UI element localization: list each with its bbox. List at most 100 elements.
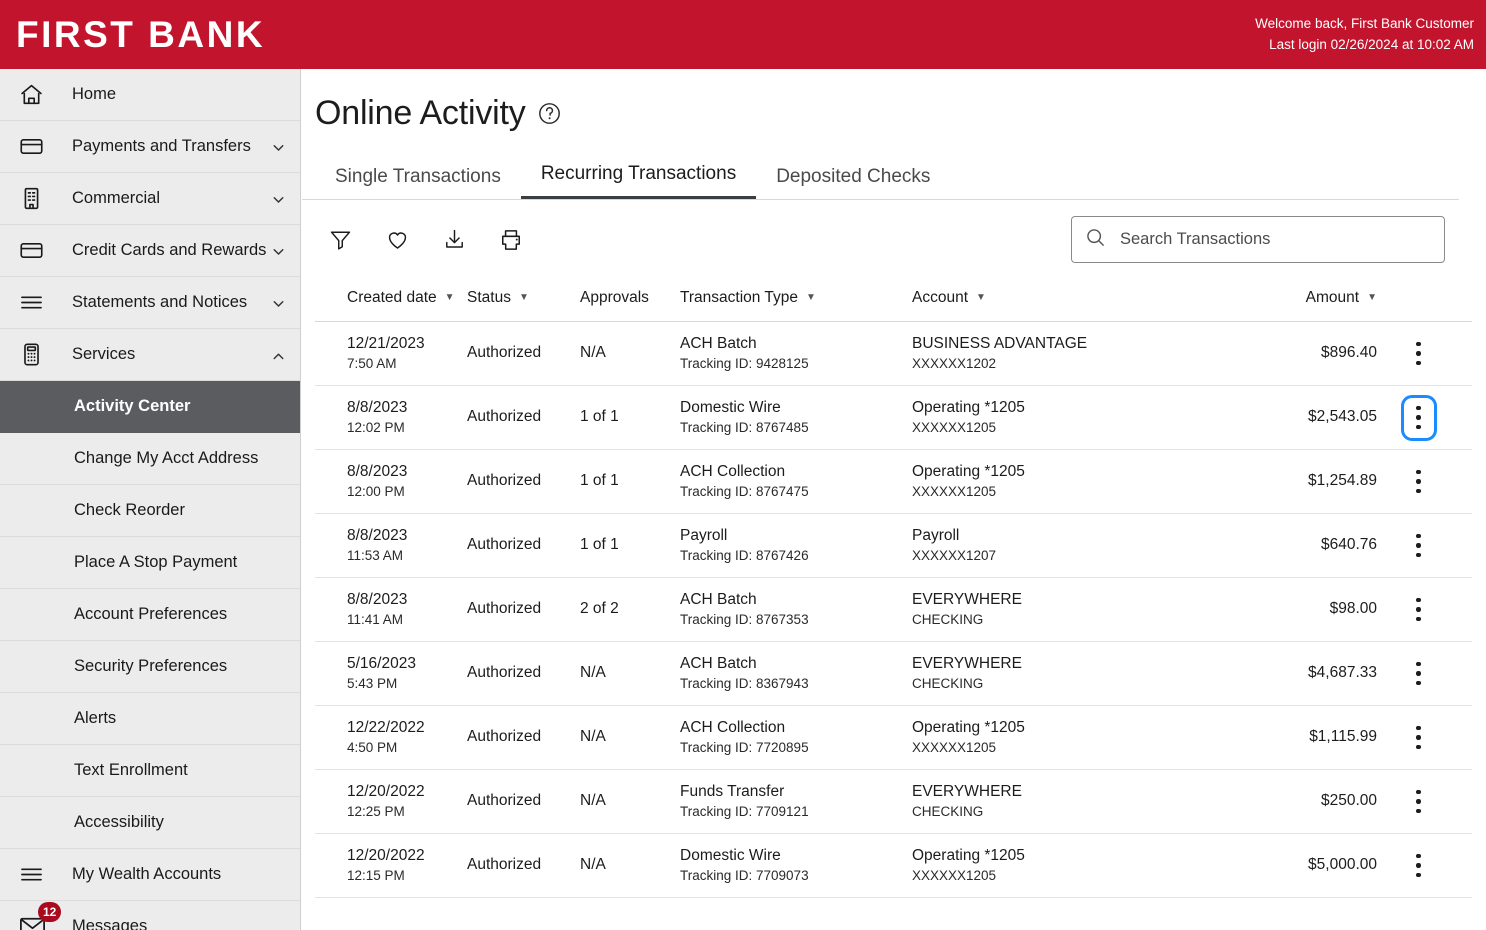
sort-caret-icon[interactable]: ▼ <box>1367 293 1377 303</box>
column-header-account[interactable]: Account ▼ <box>912 289 1197 307</box>
status-badge: Authorized <box>467 664 542 682</box>
cell-amount: $250.00 <box>1197 791 1377 812</box>
sidebar-item-label: Home <box>72 85 117 103</box>
row-actions-menu-icon[interactable] <box>1405 527 1433 565</box>
sidebar-subitem-label: Text Enrollment <box>74 761 188 779</box>
print-icon[interactable] <box>496 225 526 255</box>
table-row[interactable]: 8/8/2023 12:02 PM Authorized 1 of 1 Dome… <box>315 386 1472 450</box>
row-actions-menu-icon[interactable] <box>1405 655 1433 693</box>
sidebar-subitem-check-reorder[interactable]: Check Reorder <box>0 485 300 537</box>
status-badge: Authorized <box>467 536 542 554</box>
row-tracking-id: Tracking ID: 8767485 <box>680 419 809 435</box>
row-actions-menu-icon[interactable] <box>1405 463 1433 501</box>
cell-account: Operating *1205 XXXXXX1205 <box>912 398 1197 437</box>
row-actions-menu-icon[interactable] <box>1405 591 1433 629</box>
message-count-badge: 12 <box>38 902 62 922</box>
search-input[interactable] <box>1120 230 1432 249</box>
row-approvals: N/A <box>580 728 606 746</box>
sort-caret-icon[interactable]: ▼ <box>806 293 816 303</box>
sidebar-subitem-activity-center[interactable]: Activity Center <box>0 381 300 433</box>
sidebar-item-credit-cards-and-rewards[interactable]: Credit Cards and Rewards <box>0 225 300 277</box>
chevron-up-icon[interactable] <box>270 347 286 363</box>
table-row[interactable]: 5/16/2023 5:43 PM Authorized N/A ACH Bat… <box>315 642 1472 706</box>
cell-approvals: N/A <box>580 855 680 876</box>
row-amount: $98.00 <box>1329 600 1377 618</box>
row-date: 12/22/2022 <box>347 718 425 736</box>
table-toolbar <box>302 200 1459 275</box>
cell-status: Authorized <box>467 727 580 748</box>
sidebar-item-my-wealth-accounts[interactable]: My Wealth Accounts <box>0 849 300 901</box>
row-account-name: Operating *1205 <box>912 718 1025 736</box>
sidebar-subitem-security-preferences[interactable]: Security Preferences <box>0 641 300 693</box>
cell-amount: $98.00 <box>1197 599 1377 620</box>
column-header-label: Approvals <box>580 289 649 306</box>
help-circle-icon[interactable] <box>537 101 562 131</box>
cell-transaction-type: Funds Transfer Tracking ID: 7709121 <box>680 782 912 821</box>
chevron-down-icon[interactable] <box>270 139 286 155</box>
row-account-number: CHECKING <box>912 803 984 819</box>
table-row[interactable]: 8/8/2023 11:41 AM Authorized 2 of 2 ACH … <box>315 578 1472 642</box>
heart-icon[interactable] <box>382 225 412 255</box>
filter-icon[interactable] <box>325 225 355 255</box>
column-header-status[interactable]: Status ▼ <box>467 289 580 307</box>
sort-caret-icon[interactable]: ▼ <box>519 293 529 303</box>
table-body: 12/21/2023 7:50 AM Authorized N/A ACH Ba… <box>315 322 1472 898</box>
cell-approvals: N/A <box>580 791 680 812</box>
bank-logo: FIRST BANK <box>16 13 266 55</box>
sidebar-subitem-accessibility[interactable]: Accessibility <box>0 797 300 849</box>
column-header-amount[interactable]: Amount ▼ <box>1197 289 1377 307</box>
sort-caret-icon[interactable]: ▼ <box>976 293 986 303</box>
table-row[interactable]: 12/21/2023 7:50 AM Authorized N/A ACH Ba… <box>315 322 1472 386</box>
status-badge: Authorized <box>467 408 542 426</box>
chevron-down-icon[interactable] <box>270 295 286 311</box>
sidebar-subitem-text-enrollment[interactable]: Text Enrollment <box>0 745 300 797</box>
download-icon[interactable] <box>439 225 469 255</box>
cell-account: Operating *1205 XXXXXX1205 <box>912 718 1197 757</box>
sidebar-subitem-place-a-stop-payment[interactable]: Place A Stop Payment <box>0 537 300 589</box>
row-tracking-id: Tracking ID: 8767353 <box>680 611 809 627</box>
row-actions-menu-icon[interactable] <box>1405 719 1433 757</box>
sidebar-item-commercial[interactable]: Commercial <box>0 173 300 225</box>
sidebar-item-label: Services <box>72 345 136 363</box>
row-account-number: CHECKING <box>912 675 984 691</box>
sidebar-item-services[interactable]: Services <box>0 329 300 381</box>
chevron-down-icon[interactable] <box>270 243 286 259</box>
table-row[interactable]: 12/20/2022 12:25 PM Authorized N/A Funds… <box>315 770 1472 834</box>
sidebar-item-statements-and-notices[interactable]: Statements and Notices <box>0 277 300 329</box>
building-icon <box>18 184 52 214</box>
sidebar-item-home[interactable]: Home <box>0 69 300 121</box>
sidebar-item-messages[interactable]: 12 Messages <box>0 901 300 930</box>
cell-status: Authorized <box>467 599 580 620</box>
sidebar-subitem-account-preferences[interactable]: Account Preferences <box>0 589 300 641</box>
tab-deposited-checks[interactable]: Deposited Checks <box>756 158 950 199</box>
cell-amount: $640.76 <box>1197 535 1377 556</box>
sidebar-subitem-change-my-acct-address[interactable]: Change My Acct Address <box>0 433 300 485</box>
sidebar-item-payments-and-transfers[interactable]: Payments and Transfers <box>0 121 300 173</box>
row-tracking-id: Tracking ID: 8767426 <box>680 547 809 563</box>
tab-recurring-transactions[interactable]: Recurring Transactions <box>520 155 757 199</box>
row-actions-menu-icon[interactable] <box>1405 783 1433 821</box>
column-header-transaction-type[interactable]: Transaction Type ▼ <box>680 289 912 307</box>
row-actions-menu-icon[interactable] <box>1405 847 1433 885</box>
table-row[interactable]: 12/20/2022 12:15 PM Authorized N/A Domes… <box>315 834 1472 898</box>
row-actions-menu-icon[interactable] <box>1400 394 1437 441</box>
column-header-created-date[interactable]: Created date ▼ <box>315 289 467 307</box>
column-header-approvals[interactable]: Approvals <box>580 289 680 307</box>
cell-transaction-type: ACH Collection Tracking ID: 8767475 <box>680 462 912 501</box>
table-row[interactable]: 8/8/2023 12:00 PM Authorized 1 of 1 ACH … <box>315 450 1472 514</box>
sidebar-subitem-alerts[interactable]: Alerts <box>0 693 300 745</box>
cell-approvals: 2 of 2 <box>580 599 680 620</box>
table-row[interactable]: 12/22/2022 4:50 PM Authorized N/A ACH Co… <box>315 706 1472 770</box>
sort-caret-icon[interactable]: ▼ <box>445 293 455 303</box>
cell-transaction-type: Payroll Tracking ID: 8767426 <box>680 526 912 565</box>
status-badge: Authorized <box>467 856 542 874</box>
row-actions-menu-icon[interactable] <box>1405 335 1433 373</box>
sidebar-item-label: Statements and Notices <box>72 293 248 311</box>
cell-actions <box>1377 655 1460 693</box>
table-row[interactable]: 8/8/2023 11:53 AM Authorized 1 of 1 Payr… <box>315 514 1472 578</box>
row-account-number: XXXXXX1205 <box>912 483 997 499</box>
tab-single-transactions[interactable]: Single Transactions <box>315 158 521 199</box>
chevron-down-icon[interactable] <box>270 191 286 207</box>
search-transactions-box[interactable] <box>1071 216 1445 263</box>
cell-created-date: 8/8/2023 11:53 AM <box>315 526 467 565</box>
